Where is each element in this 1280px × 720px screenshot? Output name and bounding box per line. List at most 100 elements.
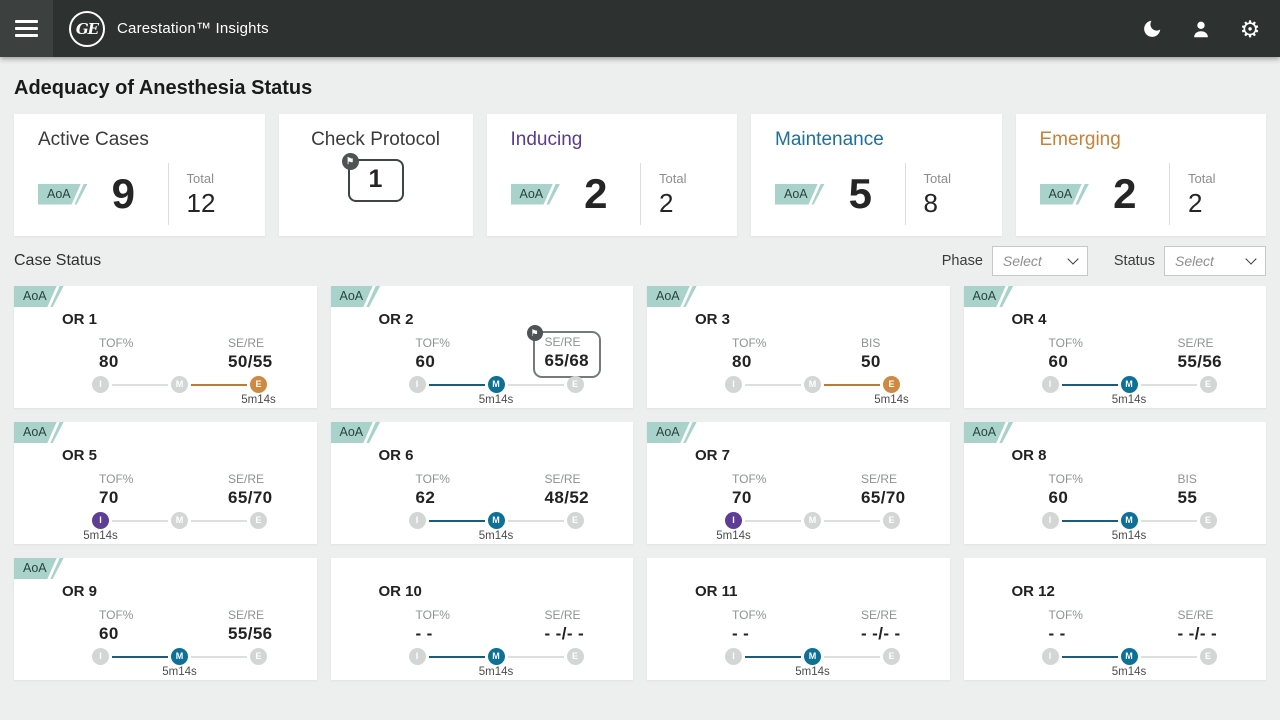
or-card-1[interactable]: AoA OR 1 TOF% 80 SE/RE 50/55 I M E 5m14s: [14, 286, 317, 408]
metric-sere: SE/RE 55/56: [1178, 336, 1223, 372]
phase-dot-emerging: E: [250, 648, 267, 665]
phase-dot-maintenance: M: [1121, 512, 1138, 529]
check-protocol-count-box[interactable]: ⚑ 1: [348, 159, 404, 202]
phase-track: I M 5m14s E: [964, 512, 1267, 529]
phase-dot-maintenance: M: [171, 376, 188, 393]
or-card-2[interactable]: AoA OR 2 TOF% 60 ⚑ SE/RE 65/68 I M 5m14s…: [331, 286, 634, 408]
phase-track: I M 5m14s E: [964, 648, 1267, 665]
phase-timer: 5m14s: [83, 530, 118, 542]
check-protocol-count: 1: [369, 165, 383, 193]
metric-tof: TOF% 80: [732, 336, 861, 372]
phase-line: [1062, 656, 1118, 658]
metric-bis: BIS 50: [861, 336, 881, 372]
metric-tof: TOF% 60: [1049, 472, 1178, 508]
phase-line: [508, 520, 564, 522]
phase-dot-emerging: E: [250, 376, 267, 393]
summary-card-emerging[interactable]: Emerging AoA 2 Total 2: [1016, 114, 1267, 236]
phase-dot-inducing: I: [409, 648, 426, 665]
phase-dot-emerging: E: [1200, 512, 1217, 529]
or-card-4[interactable]: AoA OR 4 TOF% 60 SE/RE 55/56 I M 5m14s E: [964, 286, 1267, 408]
phase-timer: 5m14s: [479, 530, 514, 542]
total-count: 8: [924, 188, 988, 219]
summary-card-check-protocol[interactable]: Check Protocol ⚑ 1: [279, 114, 473, 236]
aoa-count: 2: [584, 173, 607, 215]
chevron-down-icon: [1067, 253, 1078, 264]
phase-track: I M 5m14s E: [14, 648, 317, 665]
phase-dot-maintenance: M: [488, 376, 505, 393]
phase-timer: 5m14s: [241, 394, 276, 406]
metric-sere: SE/RE - -/- -: [1178, 608, 1218, 644]
phase-select-value: Select: [1003, 253, 1042, 269]
dark-mode-moon-icon[interactable]: [1140, 17, 1164, 41]
summary-card-inducing[interactable]: Inducing AoA 2 Total 2: [487, 114, 738, 236]
phase-timer: 5m14s: [479, 394, 514, 406]
phase-dot-maintenance: M: [488, 512, 505, 529]
phase-timer: 5m14s: [1112, 530, 1147, 542]
status-select[interactable]: Select: [1164, 246, 1266, 276]
hamburger-menu-icon[interactable]: [0, 0, 53, 57]
phase-line: [508, 656, 564, 658]
metric-tof: TOF% 80: [99, 336, 228, 372]
phase-dot-inducing: I: [725, 376, 742, 393]
metric-tof: TOF% 62: [416, 472, 545, 508]
or-card-11[interactable]: OR 11 TOF% - - SE/RE - -/- - I M 5m14s E: [647, 558, 950, 680]
phase-dot-emerging: E: [883, 376, 900, 393]
phase-track: I M 5m14s E: [964, 376, 1267, 393]
case-status-title: Case Status: [14, 252, 101, 270]
or-card-10[interactable]: OR 10 TOF% - - SE/RE - -/- - I M 5m14s E: [331, 558, 634, 680]
or-card-7[interactable]: AoA OR 7 TOF% 70 SE/RE 65/70 I 5m14s M E: [647, 422, 950, 544]
phase-dot-inducing: I: [409, 376, 426, 393]
aoa-badge: AoA: [1040, 184, 1090, 205]
summary-card-title: Check Protocol: [279, 129, 473, 151]
phase-line: [1141, 656, 1197, 658]
ge-logo: GE: [69, 11, 105, 47]
phase-dot-emerging: E: [883, 512, 900, 529]
total-count: 2: [1188, 188, 1252, 219]
or-card-9[interactable]: AoA OR 9 TOF% 60 SE/RE 55/56 I M 5m14s E: [14, 558, 317, 680]
phase-dot-emerging: E: [1200, 376, 1217, 393]
metric-sere: SE/RE 55/56: [228, 608, 273, 644]
total-label: Total: [924, 171, 988, 186]
flag-icon: ⚑: [342, 153, 359, 170]
phase-filter: Phase Select: [942, 246, 1088, 276]
user-profile-icon[interactable]: [1189, 17, 1213, 41]
phase-dot-maintenance: M: [1121, 376, 1138, 393]
divider: [1169, 163, 1170, 225]
or-card-12[interactable]: OR 12 TOF% - - SE/RE - -/- - I M 5m14s E: [964, 558, 1267, 680]
phase-dot-inducing: I: [725, 512, 742, 529]
phase-dot-emerging: E: [567, 512, 584, 529]
phase-line: [508, 384, 564, 386]
summary-card-maintenance[interactable]: Maintenance AoA 5 Total 8: [751, 114, 1002, 236]
or-card-8[interactable]: AoA OR 8 TOF% 60 BIS 55 I M 5m14s E: [964, 422, 1267, 544]
phase-select[interactable]: Select: [992, 246, 1088, 276]
divider: [905, 163, 906, 225]
phase-track: I M 5m14s E: [331, 512, 634, 529]
phase-line: [191, 656, 247, 658]
aoa-badge: AoA: [38, 184, 88, 205]
metric-sere: SE/RE 65/70: [228, 472, 273, 508]
phase-dot-emerging: E: [567, 648, 584, 665]
or-card-6[interactable]: AoA OR 6 TOF% 62 SE/RE 48/52 I M 5m14s E: [331, 422, 634, 544]
phase-line: [745, 384, 801, 386]
phase-line: [1062, 384, 1118, 386]
phase-dot-inducing: I: [1042, 376, 1059, 393]
case-status-bar: Case Status Phase Select Status Select: [14, 236, 1266, 286]
phase-track: I M E 5m14s: [647, 376, 950, 393]
summary-card-active-cases[interactable]: Active Cases AoA 9 Total 12: [14, 114, 265, 236]
phase-track: I 5m14s M E: [14, 512, 317, 529]
status-filter-label: Status: [1114, 253, 1155, 269]
phase-track: I 5m14s M E: [647, 512, 950, 529]
phase-track: I M 5m14s E: [331, 376, 634, 393]
settings-gear-icon[interactable]: ⚙: [1238, 17, 1262, 41]
metric-tof: TOF% 70: [732, 472, 861, 508]
page-title: Adequacy of Anesthesia Status: [14, 77, 1266, 100]
total-count: 2: [659, 188, 723, 219]
phase-dot-maintenance: M: [488, 648, 505, 665]
metric-sere-flagged[interactable]: ⚑ SE/RE 65/68: [533, 331, 602, 378]
or-card-5[interactable]: AoA OR 5 TOF% 70 SE/RE 65/70 I 5m14s M E: [14, 422, 317, 544]
phase-timer: 5m14s: [1112, 666, 1147, 678]
phase-dot-emerging: E: [250, 512, 267, 529]
app-title: Carestation™ Insights: [117, 20, 269, 37]
or-card-3[interactable]: AoA OR 3 TOF% 80 BIS 50 I M E 5m14s: [647, 286, 950, 408]
phase-line: [824, 384, 880, 386]
